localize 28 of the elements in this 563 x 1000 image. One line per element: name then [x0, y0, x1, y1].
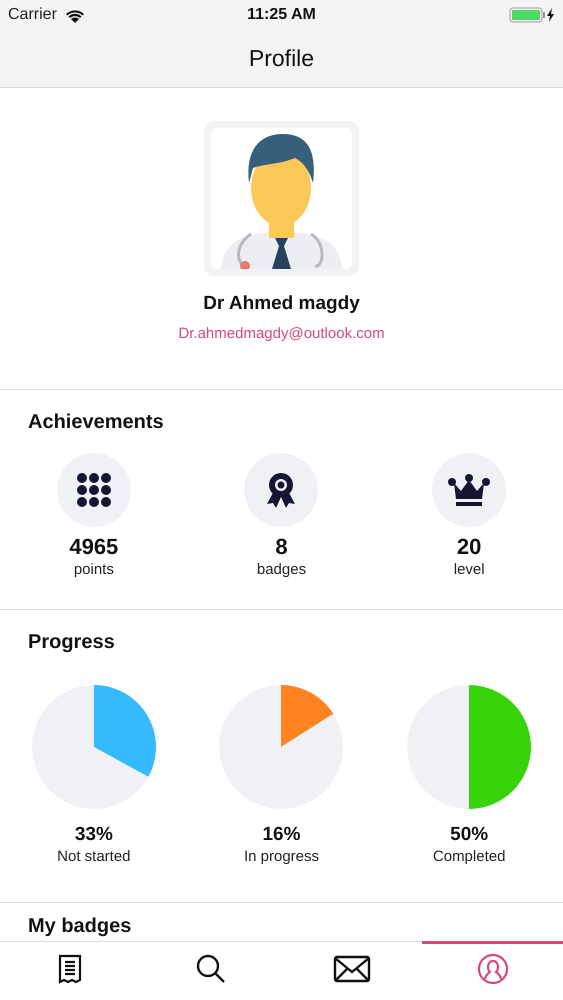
- stat-value: 8: [275, 534, 288, 560]
- wifi-icon: [64, 8, 85, 22]
- stat-value: 4965: [69, 534, 118, 560]
- crown-icon: [448, 473, 490, 507]
- status-label: Not started: [57, 847, 131, 867]
- section-title: Achievements: [28, 410, 165, 434]
- percent-value: 33%: [74, 823, 113, 847]
- section-title: My badges: [28, 914, 132, 938]
- page-title: Profile: [248, 44, 314, 74]
- status-label: Completed: [432, 847, 506, 867]
- section-title: Progress: [27, 630, 116, 654]
- percent-value: 50%: [450, 823, 488, 847]
- clock-text: 11:25 AM: [247, 5, 316, 25]
- dots-grid-icon: [76, 472, 112, 508]
- stat-label: level: [454, 560, 485, 580]
- battery-icon: [509, 7, 555, 23]
- percent-value: 16%: [262, 823, 300, 847]
- mail-icon: [332, 955, 371, 983]
- search-icon: [196, 954, 226, 984]
- stat-value: 20: [456, 534, 482, 560]
- receipt-icon: [57, 954, 84, 984]
- status-label: In progress: [244, 847, 320, 867]
- stat-label: points: [74, 560, 114, 580]
- carrier-text: Carrier: [8, 5, 57, 25]
- user-icon: [476, 953, 509, 985]
- user-name: Dr Ahmed magdy: [203, 292, 360, 316]
- user-email: Dr.ahmedmagdy@outlook.com: [178, 324, 385, 344]
- stat-label: badges: [256, 560, 306, 580]
